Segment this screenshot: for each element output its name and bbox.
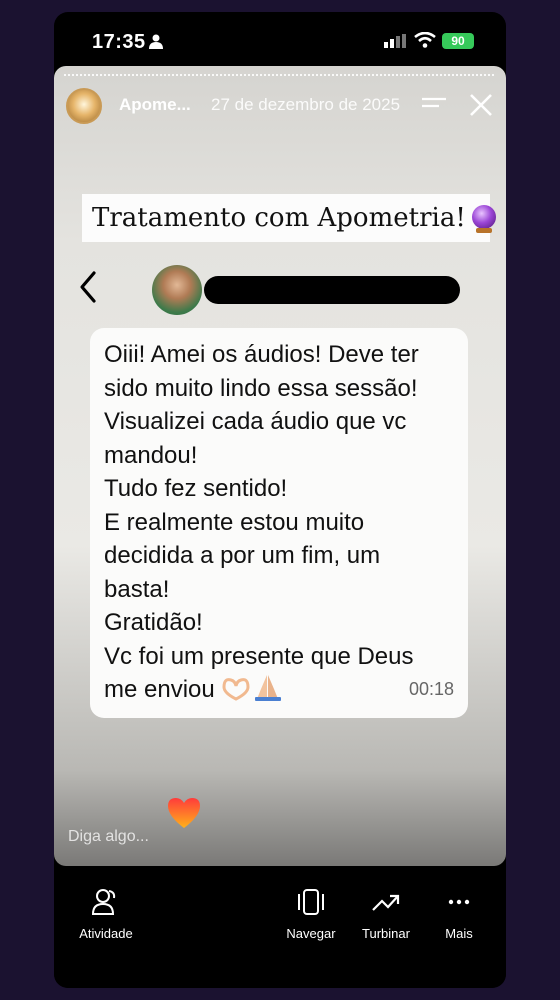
- heart-icon[interactable]: [166, 796, 202, 830]
- message-line: basta!: [104, 575, 170, 603]
- more-button[interactable]: Mais: [434, 888, 484, 941]
- message-line: Oiii! Amei os áudios! Deve ter: [104, 341, 419, 368]
- account-name[interactable]: Apome...: [119, 95, 191, 115]
- heart-hands-praying-hands-icon: [222, 675, 281, 701]
- boost-button[interactable]: Turbinar: [356, 888, 416, 941]
- status-bar: 17:35 90: [54, 12, 506, 64]
- navigate-button[interactable]: Navegar: [280, 888, 342, 941]
- phone-frame: 17:35 90 Apome... 27 de dezembro de 2025: [54, 12, 506, 988]
- crystal-ball-icon: [471, 205, 496, 233]
- story-progress-bar: [64, 74, 494, 78]
- message-line-last: me enviou: [104, 673, 452, 707]
- story-viewer[interactable]: Apome... 27 de dezembro de 2025 Tratamen…: [54, 66, 506, 866]
- person-icon: [149, 34, 163, 49]
- message-line: Visualizei cada áudio que vc: [104, 408, 407, 435]
- message-timestamp: 00:18: [408, 678, 454, 699]
- more-label: Mais: [445, 926, 473, 941]
- signal-icon: [384, 34, 406, 48]
- reply-input[interactable]: Diga algo...: [68, 828, 149, 846]
- people-icon: [91, 889, 116, 915]
- message-line: decidida a por um fim, um: [104, 542, 381, 569]
- battery-indicator: 90: [442, 33, 474, 49]
- message-line: Tudo fez sentido!: [104, 475, 288, 502]
- more-icon: [448, 899, 470, 905]
- caption-text: Tratamento com Apometria!: [92, 203, 466, 233]
- activity-button[interactable]: Atividade: [72, 888, 140, 941]
- chat-message-bubble: Oiii! Amei os áudios! Deve ter sido muit…: [90, 328, 468, 718]
- boost-label: Turbinar: [362, 926, 410, 941]
- redacted-contact-name: [204, 276, 460, 304]
- message-line: E realmente estou muito: [104, 508, 365, 536]
- navigate-icon: [298, 889, 324, 915]
- back-arrow-icon: [80, 271, 96, 303]
- menu-icon[interactable]: [422, 96, 446, 114]
- account-avatar[interactable]: [66, 88, 102, 124]
- navigate-label: Navegar: [286, 926, 336, 941]
- trending-up-icon: [372, 894, 400, 911]
- story-caption: Tratamento com Apometria!: [82, 194, 496, 242]
- message-line: Vc foi um presente que Deus: [104, 642, 414, 670]
- message-line-text: me enviou: [104, 676, 215, 703]
- message-line: sido muito lindo essa sessão!: [104, 374, 418, 402]
- wifi-icon: [414, 32, 436, 48]
- activity-label: Atividade: [79, 926, 133, 941]
- contact-avatar: [152, 265, 202, 315]
- close-icon[interactable]: [468, 92, 494, 118]
- status-time: 17:35: [92, 31, 146, 53]
- story-date: 27 de dezembro de 2025: [211, 95, 401, 114]
- message-line: Gratidão!: [104, 609, 203, 636]
- message-line: mandou!: [104, 441, 198, 469]
- bottom-action-bar: Atividade Navegar Turbinar Mais: [54, 868, 506, 988]
